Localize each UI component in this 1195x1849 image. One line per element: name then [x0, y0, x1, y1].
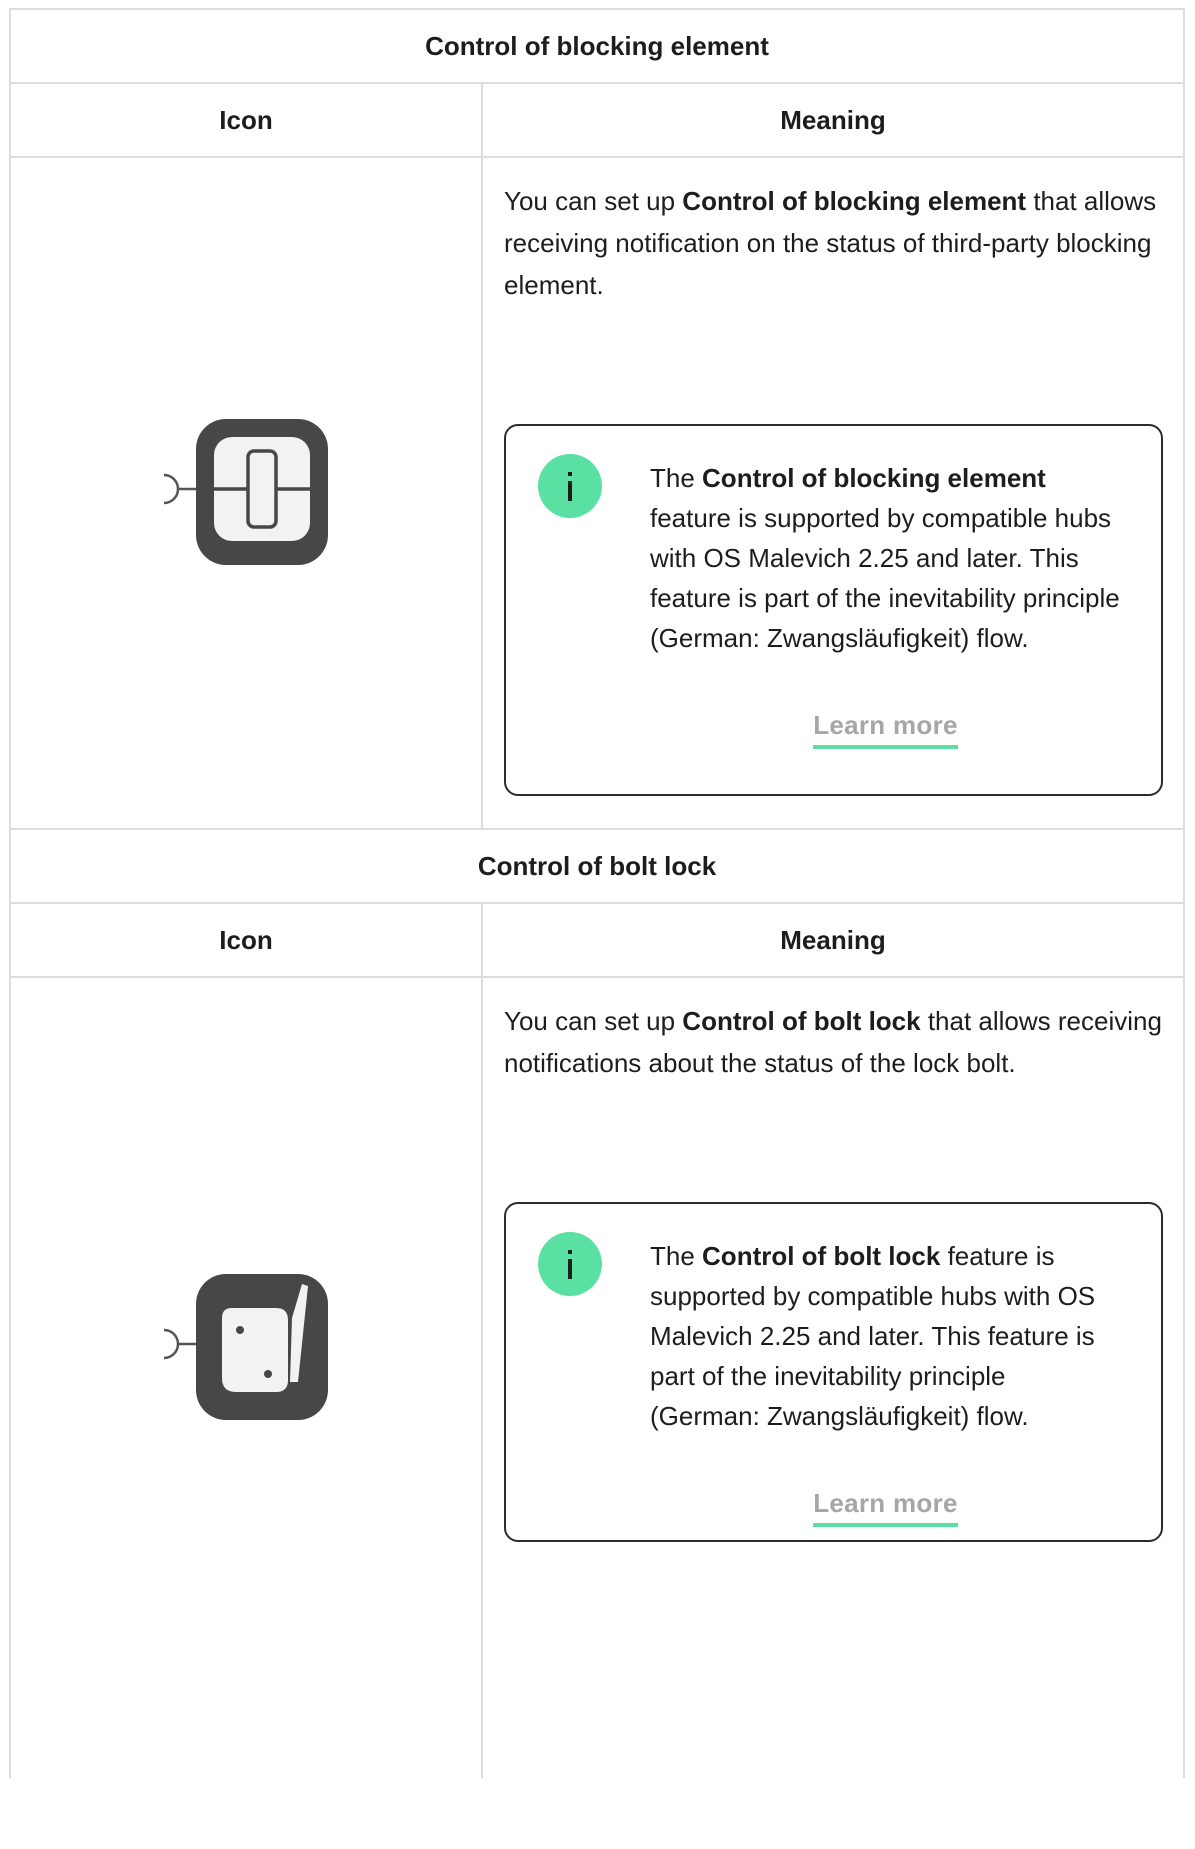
header-meaning: Meaning	[780, 104, 886, 135]
info-note: The Control of blocking element feature …	[504, 424, 1163, 796]
note-text: The Control of bolt lock feature is supp…	[650, 1241, 1096, 1431]
header-icon: Icon	[11, 84, 483, 156]
bolt-lock-icon	[156, 1268, 336, 1428]
description: You can set up Control of bolt lock that…	[504, 1006, 1162, 1078]
info-note: The Control of bolt lock feature is supp…	[504, 1202, 1163, 1542]
info-icon	[538, 454, 602, 518]
table-row: You can set up Control of bolt lock that…	[11, 978, 1183, 1778]
icon-cell	[11, 978, 483, 1778]
meaning-cell: You can set up Control of blocking eleme…	[483, 158, 1183, 828]
section-title-blocking-element: Control of blocking element	[11, 10, 1183, 84]
header-meaning: Meaning	[780, 924, 886, 955]
section-title-text: Control of bolt lock	[477, 850, 717, 881]
section-title-bolt-lock: Control of bolt lock	[11, 830, 1183, 904]
learn-more-link[interactable]: Learn more	[813, 710, 958, 749]
header-icon: Icon	[11, 904, 483, 976]
table-row: You can set up Control of blocking eleme…	[11, 158, 1183, 830]
learn-more-link[interactable]: Learn more	[813, 1488, 958, 1527]
description: You can set up Control of blocking eleme…	[504, 186, 1157, 300]
note-text: The Control of blocking element feature …	[650, 463, 1120, 653]
icon-meaning-table: Control of blocking element Icon Meaning	[9, 8, 1185, 1778]
blocking-element-icon	[156, 413, 336, 573]
icon-cell	[11, 158, 483, 828]
meaning-cell: You can set up Control of bolt lock that…	[483, 978, 1183, 1778]
table-header-row: Icon Meaning	[11, 84, 1183, 158]
table-header-row: Icon Meaning	[11, 904, 1183, 978]
info-icon	[538, 1232, 602, 1296]
section-title-text: Control of blocking element	[425, 30, 769, 61]
